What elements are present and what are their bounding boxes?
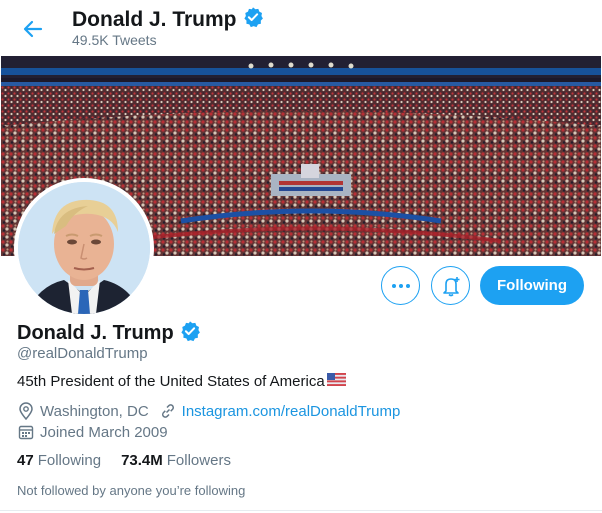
following-label: Following [37,452,102,469]
profile-location: Washington, DC [40,402,149,420]
verified-badge-icon [242,6,264,33]
profile-bio-row: 45th President of the United States of A… [17,373,346,390]
following-count: 47 [17,452,34,469]
profile-name: Donald J. Trump [17,322,174,344]
header-tweet-count: 49.5K Tweets [72,32,157,48]
profile-counts: 47 Following 73.4M Followers [17,452,251,469]
calendar-icon [17,423,35,441]
header-name-row: Donald J. Trump [72,6,264,33]
profile-name-row: Donald J. Trump [17,320,201,347]
followers-label: Followers [166,452,231,469]
following-count-link[interactable]: 47 Following [17,452,101,469]
followers-count: 73.4M [121,452,163,469]
notify-button[interactable] [431,266,470,305]
followers-count-link[interactable]: 73.4M Followers [121,452,231,469]
following-button[interactable]: Following [480,266,584,305]
profile-handle: @realDonaldTrump [17,345,148,362]
profile-joined-row: Joined March 2009 [17,423,168,441]
profile-website-link[interactable]: Instagram.com/realDonaldTrump [182,403,401,420]
more-dots-icon [391,283,410,288]
arrow-left-icon [23,20,43,38]
us-flag-icon [326,373,346,390]
bell-plus-icon [442,276,459,296]
back-button[interactable] [18,14,48,44]
profile-joined-date: Joined March 2009 [40,423,168,441]
profile-actions: Following [0,266,602,306]
location-pin-icon [17,402,35,420]
verified-badge-icon [179,320,201,347]
link-icon [159,402,177,420]
profile-bio: 45th President of the United States of A… [17,373,325,390]
profile-meta-row: Washington, DC Instagram.com/realDonaldT… [17,402,400,420]
not-followed-notice: Not followed by anyone you’re following [17,483,246,498]
more-button[interactable] [381,266,420,305]
section-divider [0,510,602,511]
profile-header-bar: Donald J. Trump 49.5K Tweets [0,0,602,56]
header-name: Donald J. Trump [72,7,237,31]
